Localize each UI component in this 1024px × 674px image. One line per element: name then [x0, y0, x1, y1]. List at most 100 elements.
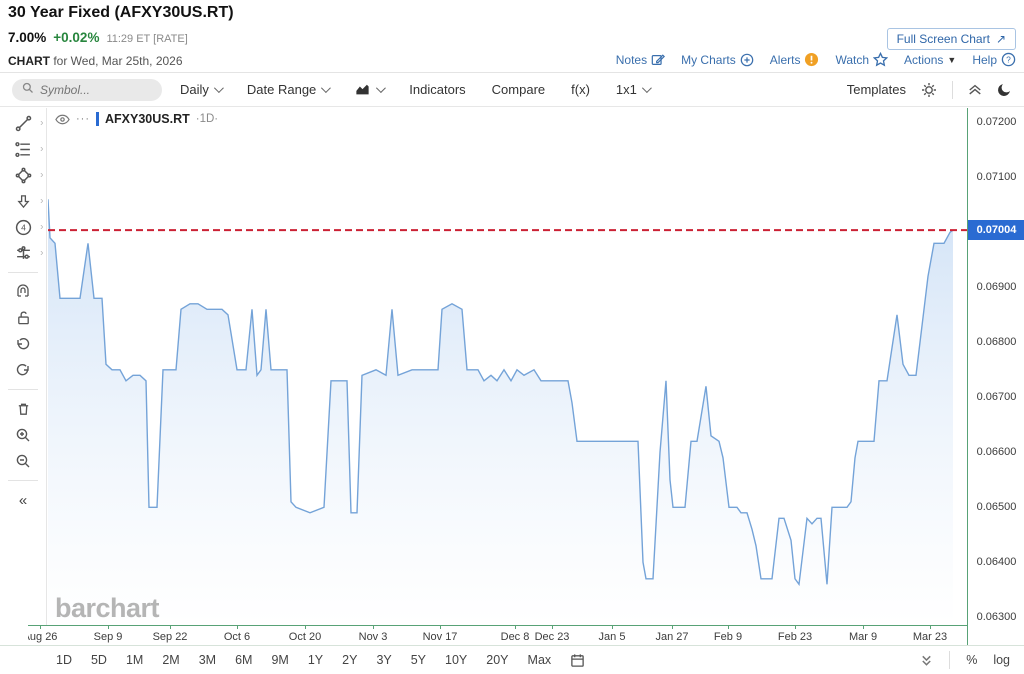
- toolbar-item-daily[interactable]: Daily: [180, 82, 221, 97]
- nav-link-watch[interactable]: Watch: [835, 52, 888, 67]
- range-button-1d[interactable]: 1D: [56, 653, 72, 667]
- y-axis-label: 0.06300: [968, 611, 1024, 623]
- y-axis-label: 0.06900: [968, 281, 1024, 293]
- y-axis-label: 0.06800: [968, 336, 1024, 348]
- x-axis-label: Jan 27: [655, 631, 688, 643]
- sidebar-tool-unlock[interactable]: [0, 305, 47, 331]
- nav-link-my-charts[interactable]: My Charts: [681, 53, 754, 67]
- range-button-3m[interactable]: 3M: [199, 653, 216, 667]
- unlock-icon: [16, 310, 31, 326]
- submenu-arrow-icon: ›: [40, 222, 43, 233]
- toolbar-item-label: Date Range: [247, 82, 316, 97]
- sidebar-tool-magnet[interactable]: [0, 279, 47, 305]
- moon-icon[interactable]: [997, 82, 1012, 97]
- nav-link-label: Actions: [904, 53, 943, 67]
- caret-down-icon: ▼: [947, 55, 956, 65]
- price-chart-svg[interactable]: [48, 108, 967, 625]
- range-button-20y[interactable]: 20Y: [486, 653, 508, 667]
- toolbar-item-date-range[interactable]: Date Range: [247, 82, 328, 97]
- nav-link-label: Help: [972, 53, 997, 67]
- chart-toolbar: DailyDate RangeIndicatorsComparef(x)1x1 …: [0, 73, 1024, 107]
- range-button-1m[interactable]: 1M: [126, 653, 143, 667]
- toolbar-item-label: 1x1: [616, 82, 637, 97]
- toolbar-item-label: Indicators: [409, 82, 465, 97]
- range-button-6m[interactable]: 6M: [235, 653, 252, 667]
- sidebar-tool-measure-tool[interactable]: ›: [0, 240, 47, 266]
- quote-row: 7.00% +0.02% 11:29 ET [RATE]: [8, 30, 188, 45]
- toolbar-item-f-x-[interactable]: f(x): [571, 82, 590, 97]
- range-button-3y[interactable]: 3Y: [376, 653, 391, 667]
- header-nav-links: Notes My Charts Alerts Watch Actions ▼ Help?: [616, 52, 1016, 67]
- range-button-5y[interactable]: 5Y: [411, 653, 426, 667]
- sidebar-tool-zoom-out[interactable]: [0, 448, 47, 474]
- full-screen-chart-label: Full Screen Chart: [897, 32, 990, 46]
- collapse-down-icon[interactable]: [920, 654, 933, 667]
- toolbar-item-label: Daily: [180, 82, 209, 97]
- time-axis[interactable]: Aug 26Sep 9Sep 22Oct 6Oct 20Nov 3Nov 17D…: [28, 625, 1024, 645]
- chart-date: for Wed, Mar 25th, 2026: [53, 54, 182, 68]
- price-axis[interactable]: 0.072000.071000.069000.068000.067000.066…: [967, 108, 1024, 645]
- symbol-search[interactable]: [12, 79, 162, 101]
- range-button-max[interactable]: Max: [528, 653, 552, 667]
- nav-link-help[interactable]: Help?: [972, 52, 1016, 67]
- range-button-2y[interactable]: 2Y: [342, 653, 357, 667]
- page-title: 30 Year Fixed (AFXY30US.RT): [8, 4, 234, 22]
- x-axis-tick: [440, 625, 441, 629]
- toolbar-item-1x1[interactable]: 1x1: [616, 82, 649, 97]
- sidebar-tool-collapse-left[interactable]: «: [0, 487, 47, 513]
- toolbar-item-indicators[interactable]: Indicators: [409, 82, 465, 97]
- nav-link-alerts[interactable]: Alerts: [770, 52, 820, 67]
- sidebar-tool-trend-line[interactable]: ›: [0, 110, 47, 136]
- nav-link-notes[interactable]: Notes: [616, 53, 665, 67]
- y-axis-label: 0.06500: [968, 501, 1024, 513]
- sidebar-tool-trash[interactable]: [0, 396, 47, 422]
- zoom-in-icon: [15, 427, 31, 443]
- x-axis-label: Dec 23: [535, 631, 570, 643]
- toolbar-item-label: f(x): [571, 82, 590, 97]
- collapse-up-icon[interactable]: [968, 83, 982, 97]
- submenu-arrow-icon: ›: [40, 248, 43, 259]
- symbol-search-input[interactable]: [40, 83, 150, 97]
- sidebar-tool-redo: [0, 357, 47, 383]
- x-axis-label: Jan 5: [599, 631, 626, 643]
- chart-label: CHART: [8, 54, 50, 68]
- log-scale-button[interactable]: log: [993, 653, 1010, 667]
- search-icon: [22, 81, 34, 99]
- sidebar-tool-fibonacci-tool[interactable]: ›: [0, 136, 47, 162]
- x-axis-tick: [672, 625, 673, 629]
- quote-timestamp: 11:29 ET [RATE]: [106, 33, 187, 45]
- sidebar-tool-arrow-annotation[interactable]: ›: [0, 188, 47, 214]
- templates-button[interactable]: Templates: [847, 82, 906, 97]
- calendar-icon[interactable]: [570, 653, 585, 668]
- trash-icon: [16, 401, 31, 417]
- divider: [8, 389, 38, 390]
- range-button-10y[interactable]: 10Y: [445, 653, 467, 667]
- range-button-2m[interactable]: 2M: [162, 653, 179, 667]
- nav-link-actions[interactable]: Actions ▼: [904, 53, 956, 67]
- percent-scale-button[interactable]: %: [966, 653, 977, 667]
- gear-icon[interactable]: [921, 82, 937, 98]
- range-button-9m[interactable]: 9M: [271, 653, 288, 667]
- y-axis-label: 0.06600: [968, 446, 1024, 458]
- range-button-5d[interactable]: 5D: [91, 653, 107, 667]
- nav-link-label: Watch: [835, 53, 869, 67]
- range-toolbar: 1D 5D 1M 2M 3M 6M 9M 1Y 2Y 3Y 5Y 10Y 20Y Max % log: [0, 645, 1024, 674]
- sidebar-tool-shapes-tool[interactable]: ›: [0, 162, 47, 188]
- toolbar-item-chart-type[interactable]: [354, 83, 383, 97]
- alert-badge-icon: [804, 52, 819, 67]
- y-axis-label: 0.07100: [968, 171, 1024, 183]
- range-button-1y[interactable]: 1Y: [308, 653, 323, 667]
- sidebar-tool-undo[interactable]: [0, 331, 47, 357]
- more-dots-icon[interactable]: ···: [76, 115, 90, 123]
- chart-plot-area[interactable]: [48, 108, 967, 625]
- x-axis-label: Sep 9: [94, 631, 123, 643]
- eye-icon[interactable]: [55, 114, 70, 125]
- full-screen-chart-button[interactable]: Full Screen Chart ↗: [887, 28, 1016, 50]
- toolbar-item-compare[interactable]: Compare: [492, 82, 545, 97]
- sidebar-tool-zoom-in[interactable]: [0, 422, 47, 448]
- x-axis-tick: [863, 625, 864, 629]
- scale-controls: % log: [920, 651, 1024, 669]
- plus-circle-icon: [740, 53, 754, 67]
- sidebar-tool-number-annotation[interactable]: 4›: [0, 214, 47, 240]
- x-axis-label: Oct 6: [224, 631, 250, 643]
